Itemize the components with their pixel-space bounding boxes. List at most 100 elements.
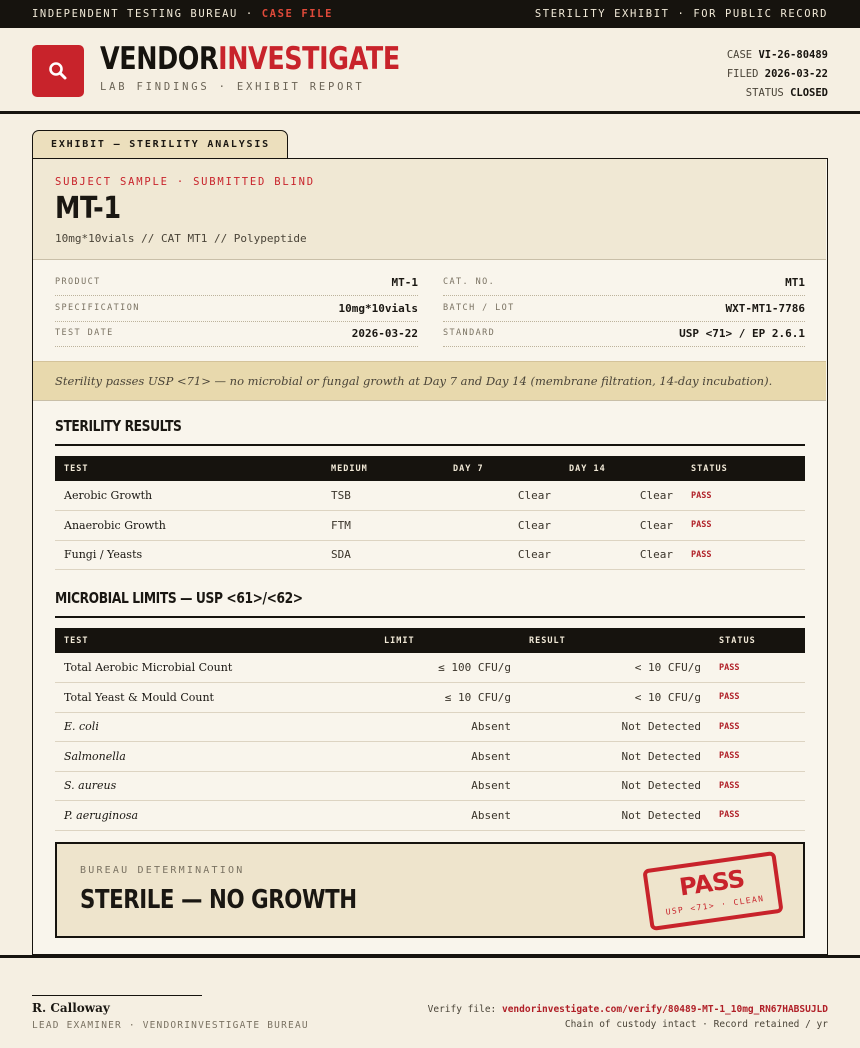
- col-test: TEST: [55, 628, 375, 653]
- limit: Absent: [375, 800, 520, 831]
- limit: Absent: [375, 771, 520, 801]
- result: Not Detected: [520, 712, 710, 742]
- exhibit-label: STERILITY EXHIBIT · FOR PUBLIC RECORD: [534, 8, 828, 20]
- brand-part-2: INVESTIGATE: [218, 41, 400, 77]
- meta-value: 2026-03-22: [351, 327, 418, 340]
- test-name: S. aureus: [55, 771, 375, 801]
- table-header-row: TEST MEDIUM DAY 7 DAY 14 STATUS: [55, 456, 805, 481]
- case-number: VI-26-80489: [758, 49, 828, 61]
- table-row: E. coli Absent Not Detected PASS: [55, 712, 805, 742]
- bureau-label: INDEPENDENT TESTING BUREAU · CASE FILE: [32, 8, 333, 20]
- day7-result: Clear: [444, 540, 560, 570]
- test-name: P. aeruginosa: [55, 800, 375, 831]
- summary-text: Sterility passes USP <71> — no microbial…: [55, 374, 773, 388]
- verify-line: Verify file: vendorinvestigate.com/verif…: [428, 1004, 828, 1015]
- case-file-label: CASE FILE: [261, 8, 334, 20]
- col-status: STATUS: [710, 628, 805, 653]
- footer-divider: [0, 955, 860, 958]
- result: < 10 CFU/g: [520, 682, 710, 713]
- case-number-row: CASE VI-26-80489: [727, 46, 828, 65]
- table-row: Fungi / Yeasts SDA Clear Clear PASS: [55, 540, 805, 570]
- status-badge: PASS: [682, 481, 805, 511]
- table-row: Anaerobic Growth FTM Clear Clear PASS: [55, 510, 805, 541]
- magnifier-icon: [49, 62, 67, 80]
- status-badge: PASS: [682, 540, 805, 570]
- limit: Absent: [375, 712, 520, 742]
- day14-result: Clear: [560, 481, 682, 511]
- result: Not Detected: [520, 800, 710, 831]
- meta-key: SPECIFICATION: [55, 303, 140, 313]
- test-name: Salmonella: [55, 741, 375, 772]
- medium: FTM: [322, 510, 444, 541]
- sterility-table: TEST MEDIUM DAY 7 DAY 14 STATUS Aerobic …: [55, 456, 805, 570]
- subject-block: SUBJECT SAMPLE · SUBMITTED BLIND MT-1 10…: [33, 159, 826, 260]
- day7-result: Clear: [444, 481, 560, 511]
- meta-key: PRODUCT: [55, 277, 101, 287]
- exhibit-panel: SUBJECT SAMPLE · SUBMITTED BLIND MT-1 10…: [32, 158, 828, 955]
- section-divider: [55, 444, 805, 446]
- filed-label: FILED: [726, 68, 759, 80]
- sterility-section-title: STERILITY RESULTS: [55, 417, 182, 435]
- brand-part-1: VENDOR: [100, 41, 219, 77]
- determination-value: STERILE — NO GROWTH: [80, 885, 357, 915]
- meta-key: TEST DATE: [55, 328, 114, 338]
- signer-role: LEAD EXAMINER · VENDORINVESTIGATE BUREAU: [32, 1020, 309, 1031]
- meta-value: MT1: [785, 276, 805, 289]
- meta-value: USP <71> / EP 2.6.1: [679, 327, 805, 340]
- status-badge: PASS: [710, 800, 805, 831]
- verify-link[interactable]: vendorinvestigate.com/verify/80489-MT-1_…: [502, 1004, 828, 1015]
- subject-title: MT-1: [55, 191, 121, 226]
- test-name: Anaerobic Growth: [55, 510, 322, 541]
- medium: SDA: [322, 540, 444, 570]
- meta-value: WXT-MT1-7786: [725, 302, 805, 315]
- table-row: Total Yeast & Mould Count ≤ 10 CFU/g < 10 …: [55, 682, 805, 713]
- pass-stamp: PASS USP <71> · CLEAN: [642, 850, 784, 932]
- test-name: Total Yeast & Mould Count: [55, 682, 375, 713]
- col-day14: DAY 14: [560, 456, 682, 481]
- result: < 10 CFU/g: [520, 653, 710, 683]
- status-value: CLOSED: [790, 87, 828, 99]
- logo: [32, 45, 84, 97]
- summary-band: Sterility passes USP <71> — no microbial…: [33, 361, 826, 401]
- col-medium: MEDIUM: [322, 456, 444, 481]
- section-divider: [55, 616, 805, 618]
- subject-description: 10mg*10vials // CAT MT1 // Polypeptide: [55, 232, 307, 245]
- table-row: Salmonella Absent Not Detected PASS: [55, 741, 805, 772]
- limit: ≤ 10 CFU/g: [375, 682, 520, 713]
- meta-standard: STANDARD USP <71> / EP 2.6.1: [443, 321, 805, 347]
- meta-product: PRODUCT MT-1: [55, 270, 418, 296]
- case-label: CASE: [726, 49, 753, 61]
- status-badge: PASS: [710, 682, 805, 713]
- result: Not Detected: [520, 771, 710, 801]
- meta-key: CAT. NO.: [443, 277, 496, 287]
- bureau-determination: BUREAU DETERMINATION STERILE — NO GROWTH…: [55, 842, 805, 938]
- result: Not Detected: [520, 741, 710, 772]
- tab-sterility-analysis[interactable]: EXHIBIT — STERILITY ANALYSIS: [32, 130, 288, 159]
- top-bar: INDEPENDENT TESTING BUREAU · CASE FILE S…: [0, 0, 860, 28]
- meta-value: MT-1: [391, 276, 419, 289]
- microbial-table: TEST LIMIT RESULT STATUS Total Aerobic M…: [55, 628, 805, 831]
- test-name: E. coli: [55, 712, 375, 742]
- status-badge: PASS: [710, 653, 805, 683]
- day14-result: Clear: [560, 510, 682, 541]
- bureau-name: INDEPENDENT TESTING BUREAU ·: [32, 8, 262, 20]
- status-badge: PASS: [710, 741, 805, 772]
- test-name: Total Aerobic Microbial Count: [55, 653, 375, 683]
- col-test: TEST: [55, 456, 322, 481]
- status-badge: PASS: [710, 771, 805, 801]
- status-label: STATUS: [745, 87, 784, 99]
- verify-label: Verify file:: [427, 1004, 502, 1015]
- meta-value: 10mg*10vials: [338, 302, 418, 315]
- subject-kicker: SUBJECT SAMPLE · SUBMITTED BLIND: [55, 176, 315, 188]
- medium: TSB: [322, 481, 444, 511]
- meta-cat-no: CAT. NO. MT1: [443, 270, 805, 296]
- status-row: STATUS CLOSED: [727, 84, 828, 103]
- microbial-section-title: MICROBIAL LIMITS — USP <61>/<62>: [55, 589, 303, 607]
- filed-row: FILED 2026-03-22: [727, 65, 828, 84]
- meta-batch-lot: BATCH / LOT WXT-MT1-7786: [443, 296, 805, 322]
- test-name: Aerobic Growth: [55, 481, 322, 511]
- case-meta: CASE VI-26-80489 FILED 2026-03-22 STATUS…: [727, 46, 828, 103]
- meta-specification: SPECIFICATION 10mg*10vials: [55, 296, 418, 322]
- meta-key: STANDARD: [443, 328, 496, 338]
- determination-label: BUREAU DETERMINATION: [80, 865, 245, 876]
